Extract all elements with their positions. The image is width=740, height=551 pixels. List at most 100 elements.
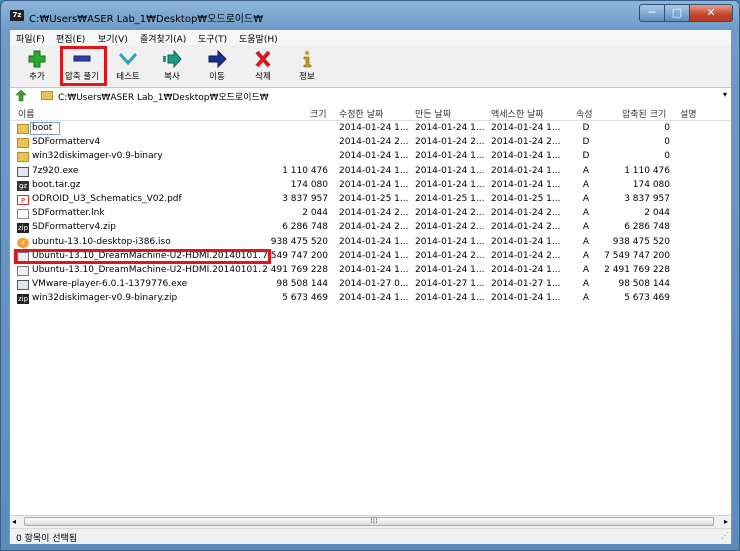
row-highlight-box bbox=[14, 248, 271, 264]
exe-icon bbox=[17, 166, 29, 177]
test-button[interactable]: 테스트 bbox=[106, 48, 150, 84]
menu-file[interactable]: 파일(F) bbox=[16, 32, 45, 45]
info-label: 정보 bbox=[299, 72, 315, 82]
folder-icon bbox=[17, 152, 29, 163]
column-packed-size[interactable]: 압축된 크기 bbox=[622, 107, 666, 120]
file-name: SDFormatterv4.zip bbox=[32, 222, 116, 233]
file-modified: 2014-01-24 1... bbox=[339, 151, 409, 162]
file-attributes: D bbox=[582, 137, 590, 148]
file-accessed: 2014-01-24 1... bbox=[491, 123, 561, 133]
menu-view[interactable]: 보기(V) bbox=[98, 32, 128, 45]
client-area: 파일(F) 편집(E) 보기(V) 즐겨찾기(A) 도구(T) 도움말(H) 추… bbox=[9, 29, 732, 544]
column-accessed[interactable]: 액세스한 날짜 bbox=[491, 107, 544, 120]
file-accessed: 2014-01-25 1... bbox=[491, 194, 561, 204]
column-modified[interactable]: 수정한 날짜 bbox=[339, 107, 383, 120]
close-button[interactable]: ✕ bbox=[690, 4, 733, 22]
file-row[interactable]: SDFormatter.lnk 2 044 2014-01-24 2... 2014-… bbox=[10, 207, 731, 221]
scroll-right-icon[interactable]: ▸ bbox=[724, 517, 728, 526]
file-row[interactable]: boot 2014-01-24 1... 2014-01-24 1... 2014-0… bbox=[10, 122, 731, 136]
folder-up-icon[interactable] bbox=[14, 89, 28, 102]
file-size: 5 673 469 bbox=[282, 293, 328, 304]
test-icon bbox=[118, 50, 138, 68]
column-size[interactable]: 크기 bbox=[310, 107, 327, 120]
move-label: 이동 bbox=[209, 72, 225, 82]
column-comment[interactable]: 설명 bbox=[680, 107, 697, 120]
delete-label: 삭제 bbox=[255, 72, 271, 82]
file-row[interactable]: win32diskimager-v0.9-binary 2014-01-24 1.… bbox=[10, 150, 731, 164]
address-dropdown-icon[interactable]: ▾ bbox=[723, 90, 727, 99]
copy-button[interactable]: 복사 bbox=[150, 48, 194, 84]
file-attributes: A bbox=[582, 165, 590, 176]
window-title: C:₩Users₩ASER Lab_1₩Desktop₩오드로이드₩ bbox=[29, 14, 264, 25]
maximize-button[interactable]: □ bbox=[665, 4, 690, 22]
address-path[interactable]: C:₩Users₩ASER Lab_1₩Desktop₩오드로이드₩ bbox=[58, 90, 269, 103]
title-bar[interactable]: 7z C:₩Users₩ASER Lab_1₩Desktop₩오드로이드₩ ─ … bbox=[1, 1, 739, 29]
resize-grip-icon[interactable]: ⋰ bbox=[721, 531, 729, 540]
shortcut-icon bbox=[17, 209, 29, 220]
zip-icon: zip bbox=[17, 223, 29, 234]
file-packed-size: 2 044 bbox=[644, 208, 670, 219]
file-modified: 2014-01-24 2... bbox=[339, 222, 409, 233]
file-name: VMware-player-6.0.1-1379776.exe bbox=[32, 279, 188, 290]
scroll-thumb[interactable]: ⁞⁞⁞ bbox=[24, 516, 714, 526]
file-row[interactable]: P ODROID_U3_Schematics_V02.pdf 3 837 957 20… bbox=[10, 193, 731, 207]
folder-icon bbox=[17, 124, 29, 134]
file-name: ODROID_U3_Schematics_V02.pdf bbox=[32, 194, 182, 204]
file-packed-size: 0 bbox=[664, 123, 670, 133]
file-accessed: 2014-01-24 1... bbox=[491, 151, 561, 162]
column-header: 이름 크기 수정한 날짜 만든 날짜 액세스한 날짜 속성 압축된 크기 설명 bbox=[10, 104, 731, 121]
file-row[interactable]: Ubuntu-13.10_DreamMachine-U2-HDMI.201401… bbox=[10, 264, 731, 278]
file-row[interactable]: ⚡ ubuntu-13.10-desktop-i386.iso 938 475 52… bbox=[10, 236, 731, 250]
file-packed-size: 1 110 476 bbox=[624, 165, 670, 176]
copy-label: 복사 bbox=[164, 72, 180, 82]
file-packed-size: 938 475 520 bbox=[612, 236, 670, 247]
file-row[interactable]: SDFormatterv4 2014-01-24 2... 2014-01-24 2… bbox=[10, 136, 731, 150]
move-button[interactable]: 이동 bbox=[195, 48, 239, 84]
file-size: 2 491 769 228 bbox=[262, 265, 328, 275]
add-button[interactable]: 추가 bbox=[15, 48, 59, 84]
menu-help[interactable]: 도움말(H) bbox=[239, 32, 278, 45]
file-row[interactable]: Ubuntu-13.10_DreamMachine-U2-HDMI.201401… bbox=[10, 248, 731, 264]
file-packed-size: 3 837 957 bbox=[624, 194, 670, 204]
menu-tools[interactable]: 도구(T) bbox=[198, 32, 227, 45]
file-size: 6 286 748 bbox=[282, 222, 328, 233]
file-row[interactable]: zip win32diskimager-v0.9-binary.zip 5 673 … bbox=[10, 292, 731, 306]
folder-icon bbox=[17, 138, 29, 149]
file-row[interactable]: 7z920.exe 1 110 476 2014-01-24 1... 2014-01… bbox=[10, 165, 731, 179]
file-name: Ubuntu-13.10_DreamMachine-U2-HDMI.201401… bbox=[32, 265, 262, 275]
menu-favorites[interactable]: 즐겨찾기(A) bbox=[140, 32, 186, 45]
delete-button[interactable]: 삭제 bbox=[241, 48, 285, 84]
scroll-left-icon[interactable]: ◂ bbox=[12, 517, 16, 526]
file-name: SDFormatterv4 bbox=[32, 137, 101, 148]
menu-edit[interactable]: 편집(E) bbox=[56, 32, 85, 45]
file-row[interactable]: gz boot.tar.gz 174 080 2014-01-24 1... 2014-… bbox=[10, 179, 731, 193]
file-accessed: 2014-01-24 1... bbox=[491, 179, 561, 190]
file-name: boot.tar.gz bbox=[32, 179, 81, 190]
file-modified: 2014-01-27 0... bbox=[339, 279, 409, 290]
file-row[interactable]: zip SDFormatterv4.zip 6 286 748 2014-01-24 … bbox=[10, 221, 731, 235]
file-name: win32diskimager-v0.9-binary.zip bbox=[32, 293, 178, 304]
file-modified: 2014-01-25 1... bbox=[339, 194, 409, 204]
column-name[interactable]: 이름 bbox=[18, 107, 35, 120]
file-modified: 2014-01-24 1... bbox=[339, 250, 409, 261]
column-created[interactable]: 만든 날짜 bbox=[415, 107, 451, 120]
file-accessed: 2014-01-24 1... bbox=[491, 165, 561, 176]
file-created: 2014-01-24 2... bbox=[415, 208, 485, 219]
focus-rectangle bbox=[30, 122, 60, 135]
info-button[interactable]: 정보 bbox=[285, 48, 329, 84]
file-packed-size: 0 bbox=[664, 137, 670, 148]
file-attributes: A bbox=[582, 179, 590, 190]
file-created: 2014-01-24 1... bbox=[415, 151, 485, 162]
file-created: 2014-01-24 1... bbox=[415, 293, 485, 304]
file-created: 2014-01-24 1... bbox=[415, 123, 485, 133]
minimize-button[interactable]: ─ bbox=[639, 4, 665, 22]
column-attributes[interactable]: 속성 bbox=[576, 107, 593, 120]
pdf-icon: P bbox=[17, 195, 29, 205]
file-row[interactable]: VMware-player-6.0.1-1379776.exe 98 508 14… bbox=[10, 278, 731, 292]
extract-highlight-box bbox=[60, 46, 107, 86]
file-modified: 2014-01-24 2... bbox=[339, 208, 409, 219]
zip-icon: zip bbox=[17, 294, 29, 305]
file-name: SDFormatter.lnk bbox=[32, 208, 105, 219]
file-packed-size: 98 508 144 bbox=[618, 279, 670, 290]
horizontal-scrollbar[interactable]: ◂ ⁞⁞⁞ ▸ bbox=[10, 515, 731, 528]
